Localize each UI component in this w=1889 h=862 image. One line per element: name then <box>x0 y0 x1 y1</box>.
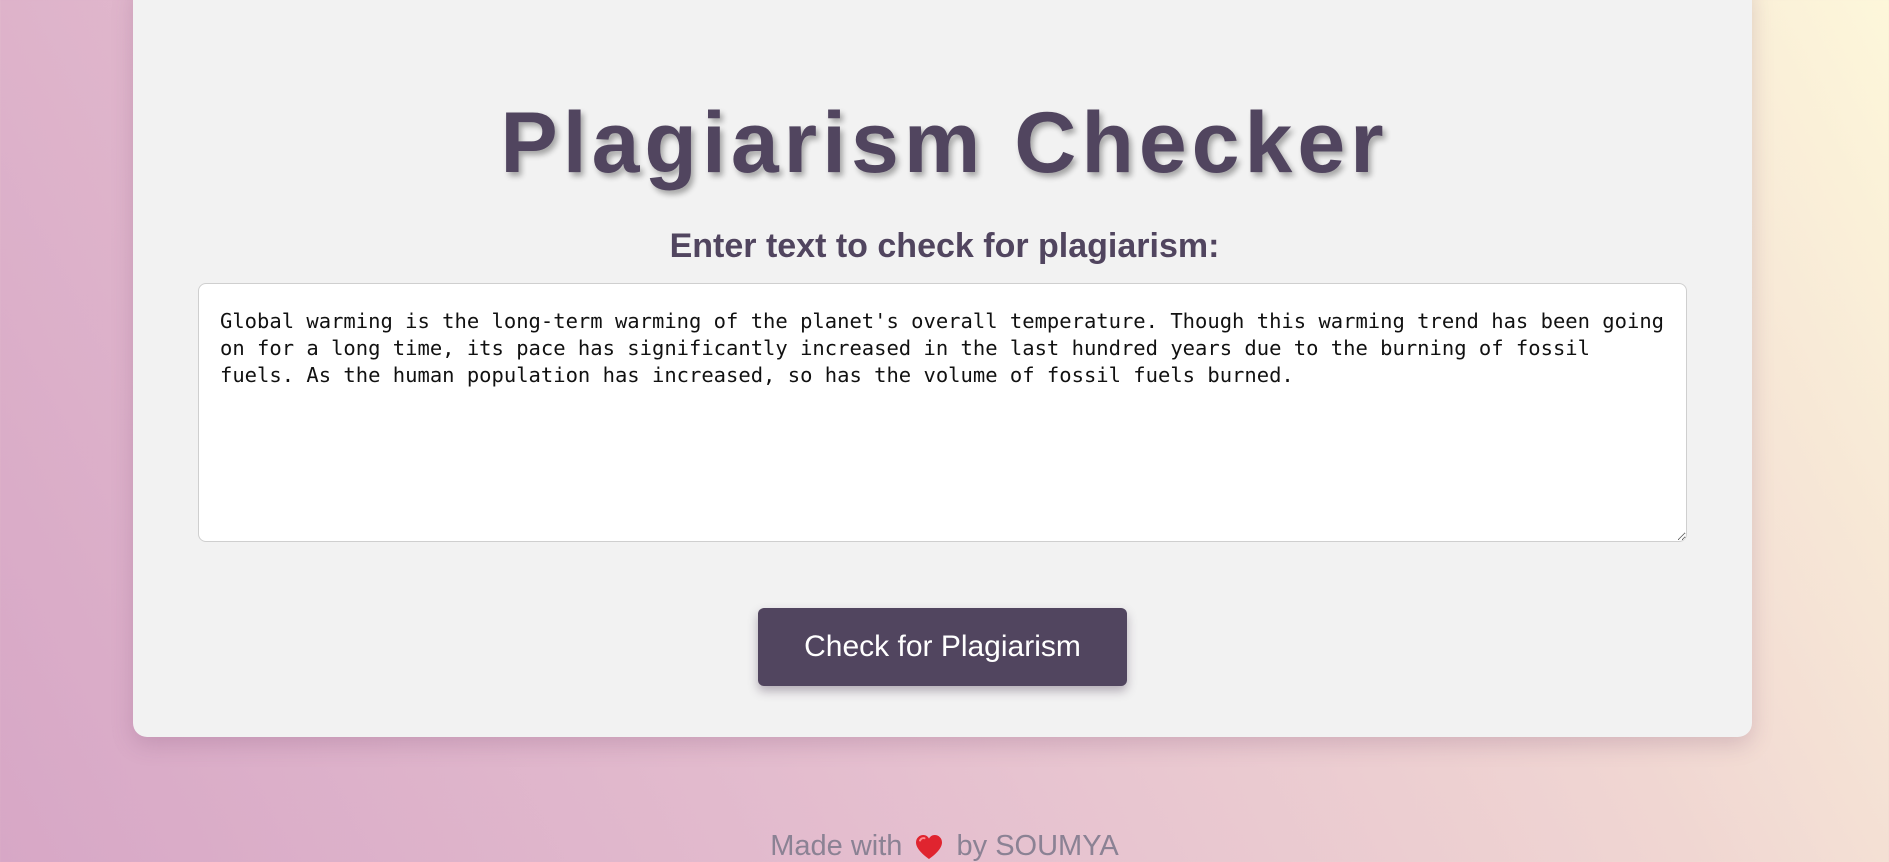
input-prompt-label: Enter text to check for plagiarism: <box>669 227 1220 265</box>
page-title: Plagiarism Checker <box>500 95 1389 191</box>
heart-icon <box>914 832 944 862</box>
footer-made-with: Made with <box>770 830 903 862</box>
check-plagiarism-button[interactable]: Check for Plagiarism <box>758 608 1127 686</box>
footer: Made with by SOUMYA <box>0 826 1889 862</box>
footer-author: by SOUMYA <box>956 830 1119 862</box>
text-input[interactable] <box>198 283 1687 542</box>
